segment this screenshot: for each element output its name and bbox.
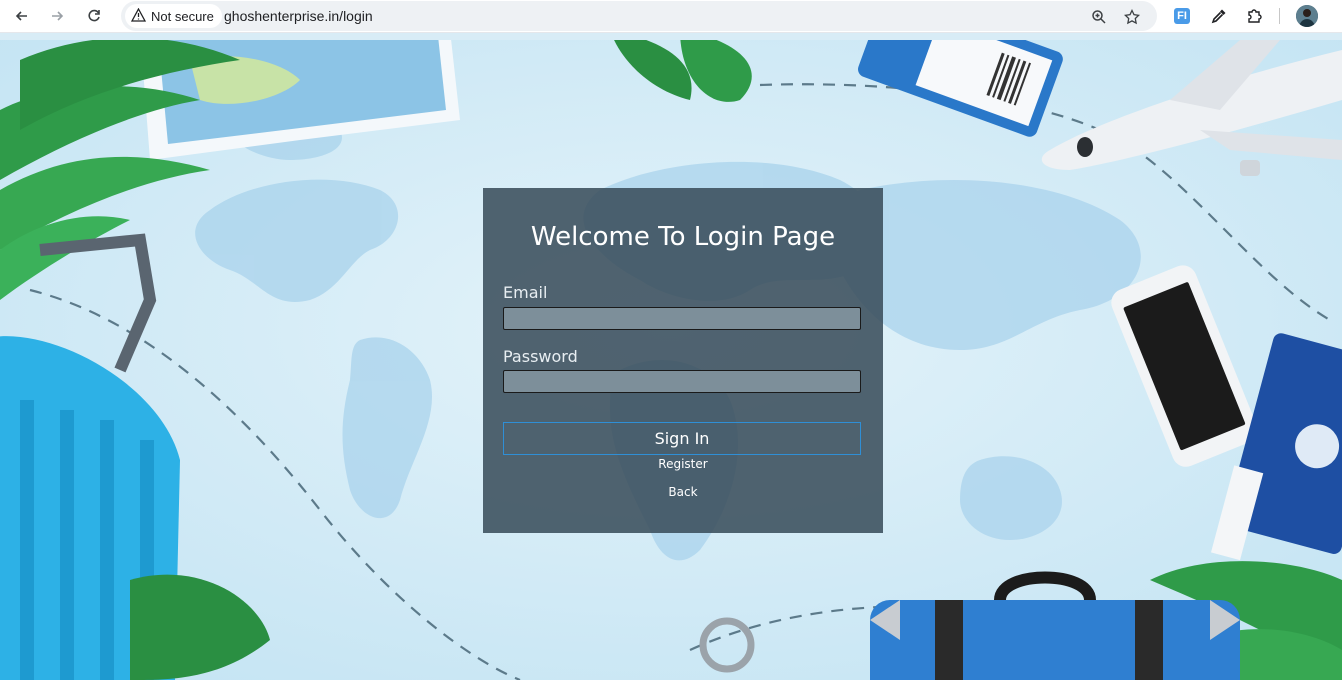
login-page: Welcome To Login Page Email Password Sig… bbox=[0, 40, 1342, 680]
eyedropper-icon[interactable] bbox=[1208, 5, 1230, 27]
password-label: Password bbox=[503, 347, 578, 366]
address-bar[interactable]: Not secure ghoshenterprise.in/login bbox=[121, 1, 1157, 31]
register-link[interactable]: Register bbox=[483, 457, 883, 471]
reload-icon[interactable] bbox=[84, 6, 104, 26]
email-field[interactable] bbox=[503, 307, 861, 330]
back-arrow-icon[interactable] bbox=[12, 6, 32, 26]
password-field[interactable] bbox=[503, 370, 861, 393]
login-panel: Welcome To Login Page Email Password Sig… bbox=[483, 188, 883, 533]
browser-toolbar: Not secure ghoshenterprise.in/login FI bbox=[0, 0, 1342, 33]
sign-in-button[interactable]: Sign In bbox=[503, 422, 861, 455]
email-label: Email bbox=[503, 283, 548, 302]
back-link[interactable]: Back bbox=[483, 485, 883, 499]
warning-icon bbox=[130, 7, 147, 25]
zoom-icon[interactable] bbox=[1089, 7, 1109, 27]
toolbar-divider bbox=[1279, 8, 1280, 24]
security-chip[interactable]: Not secure bbox=[125, 4, 222, 28]
extension-fi-icon[interactable]: FI bbox=[1171, 5, 1193, 27]
url-text[interactable]: ghoshenterprise.in/login bbox=[224, 8, 373, 24]
forward-arrow-icon[interactable] bbox=[47, 6, 67, 26]
profile-avatar[interactable] bbox=[1296, 5, 1318, 27]
login-title: Welcome To Login Page bbox=[530, 222, 836, 252]
bookmark-star-icon[interactable] bbox=[1122, 7, 1142, 27]
security-label: Not secure bbox=[151, 8, 214, 24]
extensions-puzzle-icon[interactable] bbox=[1244, 5, 1266, 27]
